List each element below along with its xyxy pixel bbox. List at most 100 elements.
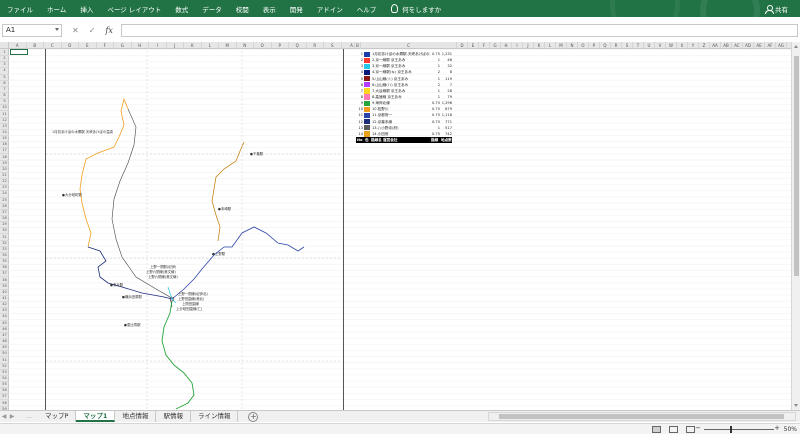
column-header[interactable]: M [556,42,567,49]
column-header[interactable]: K [184,42,202,49]
column-header[interactable]: G [114,42,132,49]
column-header[interactable]: R [307,42,324,49]
tab-addins[interactable]: アドイン [310,4,350,14]
sheet-tab-bar: ◀ ▶ … マップP マップ1 地点情報 駅情報 ライン情報 + [0,410,800,422]
zoom-level[interactable]: 50% [784,426,797,433]
legend-header-cell: 地点数 [441,137,452,142]
column-header[interactable]: C [361,42,457,49]
zoom-out-button[interactable]: − [695,424,701,432]
tab-file[interactable]: ファイル [0,4,40,14]
check-icon[interactable]: ✓ [89,26,96,35]
column-header[interactable]: B [27,42,44,49]
vertical-scrollbar[interactable] [791,42,800,410]
column-header[interactable]: D [457,42,468,49]
column-header[interactable]: S [622,42,633,49]
column-header[interactable]: R [611,42,622,49]
column-header[interactable]: S [324,42,342,49]
sheet-tab-line-info[interactable]: ライン情報 [191,411,239,422]
column-header[interactable]: H [132,42,149,49]
column-header[interactable]: Q [600,42,611,49]
tab-help[interactable]: ヘルプ [350,4,384,14]
prev-sheet-icon[interactable]: ◀ [0,413,8,420]
column-header[interactable]: I [149,42,167,49]
cancel-icon[interactable]: ✕ [72,26,79,35]
column-header[interactable]: E [79,42,97,49]
tab-page-layout[interactable]: ページ レイアウト [100,4,168,14]
column-header[interactable]: K [534,42,545,49]
sheet-tab-station-info[interactable]: 駅情報 [156,411,191,422]
column-header[interactable]: J [523,42,534,49]
column-header[interactable]: L [202,42,219,49]
normal-view-icon[interactable] [652,426,661,433]
zoom-slider[interactable] [704,426,774,433]
column-header[interactable]: AD [743,42,754,49]
column-header[interactable]: D [62,42,79,49]
chevron-down-icon[interactable] [55,28,59,31]
select-all-corner[interactable] [0,42,9,49]
column-header[interactable]: U [644,42,655,49]
column-header[interactable]: I [512,42,523,49]
column-header[interactable]: M [219,42,237,49]
vertical-scroll-thumb[interactable] [794,56,799,276]
tab-insert[interactable]: 挿入 [73,4,100,14]
name-box[interactable]: A1 [2,24,62,37]
horizontal-scrollbar[interactable] [488,412,796,421]
column-header[interactable]: C [44,42,62,49]
zoom-in-button[interactable]: + [774,424,780,432]
share-label: 共有 [775,6,788,14]
column-header[interactable]: AA [710,42,721,49]
column-header[interactable]: F [97,42,114,49]
column-header[interactable]: W [666,42,677,49]
column-header[interactable]: J [167,42,184,49]
tab-home[interactable]: ホーム [40,4,73,14]
column-header[interactable]: N [237,42,254,49]
scroll-down-icon[interactable] [794,404,798,407]
sheet-tab-map-1[interactable]: マップ1 [76,411,116,422]
column-header[interactable]: H [501,42,512,49]
tell-me-search[interactable]: 何をしますか [391,4,441,14]
column-header[interactable]: E [468,42,479,49]
column-header[interactable]: AG [776,42,787,49]
column-header[interactable]: AF [765,42,776,49]
sheet-tab-map-p[interactable]: マップP [38,411,77,422]
tab-formulas[interactable]: 数式 [168,4,195,14]
tab-view[interactable]: 表示 [256,4,283,14]
column-header[interactable]: AE [754,42,765,49]
scroll-up-icon[interactable] [794,45,798,48]
map-label: ●横浜田原駅 [122,295,142,299]
column-header[interactable]: F [479,42,490,49]
more-sheets-icon[interactable]: … [16,413,38,420]
worksheet-grid[interactable]: ABCDEFGHIJKLMNOPQRSABCDEFGHIJKLMNOPQRSTU… [0,42,800,410]
page-layout-view-icon[interactable] [669,426,678,433]
column-header[interactable]: G [490,42,501,49]
column-header[interactable]: T [633,42,644,49]
tab-developer[interactable]: 開発 [283,4,310,14]
column-header[interactable]: L [545,42,556,49]
add-sheet-button[interactable]: + [248,411,259,422]
column-header[interactable]: P [589,42,600,49]
column-header[interactable]: Y [688,42,699,49]
tab-review[interactable]: 校閲 [229,4,256,14]
formula-input[interactable] [120,24,798,37]
insert-function-icon[interactable]: fx [105,26,112,35]
active-cell[interactable] [10,49,28,55]
column-header[interactable]: AB [721,42,732,49]
column-header[interactable]: AC [732,42,743,49]
column-header[interactable]: A [9,42,27,49]
column-header[interactable]: P [272,42,289,49]
horizontal-scroll-thumb[interactable] [499,414,784,419]
page-break-view-icon[interactable] [686,426,695,433]
column-header[interactable]: O [578,42,589,49]
column-header[interactable]: Z [699,42,710,49]
column-header[interactable]: X [677,42,688,49]
map-label: ●上野駅 [212,252,226,256]
sheet-tab-point-info[interactable]: 地点情報 [115,411,157,422]
next-sheet-icon[interactable]: ▶ [8,413,16,420]
zoom-slider-knob[interactable] [730,426,732,433]
tab-data[interactable]: データ [195,4,229,14]
column-header[interactable]: O [254,42,272,49]
column-header[interactable]: Q [289,42,307,49]
column-header[interactable]: V [655,42,666,49]
column-header[interactable]: N [567,42,578,49]
share-button[interactable]: 共有 [765,4,788,14]
